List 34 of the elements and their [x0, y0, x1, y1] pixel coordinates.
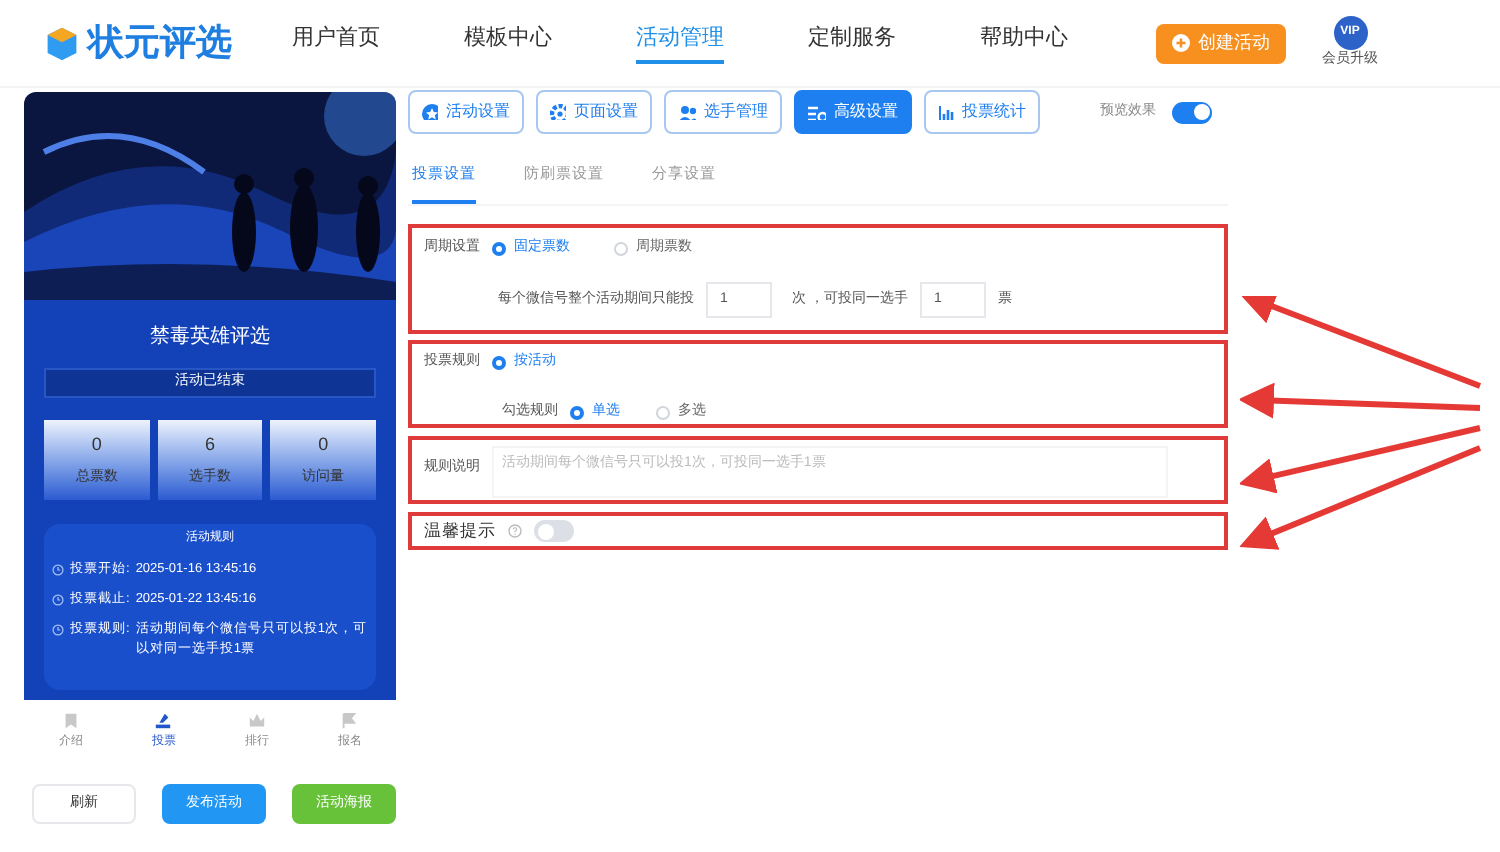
bar-chart-icon — [938, 104, 954, 120]
help-icon[interactable] — [508, 524, 522, 539]
bookmark-icon — [61, 712, 80, 730]
cube-logo-icon — [44, 25, 80, 61]
clock-icon — [52, 564, 64, 576]
nav-link[interactable]: 定制服务 — [808, 21, 896, 65]
toggle-switch[interactable] — [1172, 101, 1212, 123]
nav-link[interactable]: 用户首页 — [292, 21, 380, 65]
crown-icon — [247, 712, 266, 730]
users-icon — [678, 104, 696, 120]
stat-value: 6 — [205, 432, 216, 458]
create-activity-button[interactable]: 创建活动 — [1156, 23, 1286, 63]
field-label: 温馨提示 — [424, 518, 496, 545]
toolbar-tab[interactable]: 投票统计 — [924, 90, 1040, 134]
plus-icon — [1172, 34, 1190, 52]
stat-value: 0 — [91, 432, 102, 458]
toolbar-tab[interactable]: 选手管理 — [664, 90, 782, 134]
star-icon — [422, 104, 438, 120]
toolbar-tab[interactable]: 高级设置 — [794, 90, 912, 134]
gear-icon — [550, 104, 566, 120]
stat-value: 0 — [318, 432, 329, 458]
nav-link[interactable]: 活动管理 — [636, 21, 724, 65]
toolbar-tab[interactable]: 活动设置 — [408, 90, 524, 134]
activity-title: 禁毒英雄评选 — [150, 323, 270, 352]
logo-text: 状元评选 — [88, 20, 232, 66]
nav-link[interactable]: 帮助中心 — [980, 21, 1068, 65]
list-settings-icon — [808, 104, 826, 120]
toggle-switch[interactable] — [534, 520, 574, 543]
toolbar-tab[interactable]: 页面设置 — [536, 90, 652, 134]
clock-icon — [52, 594, 64, 606]
pen-icon — [154, 712, 173, 730]
clock-icon — [52, 624, 64, 636]
flag-icon — [340, 712, 359, 730]
nav-link[interactable]: 模板中心 — [464, 21, 552, 65]
